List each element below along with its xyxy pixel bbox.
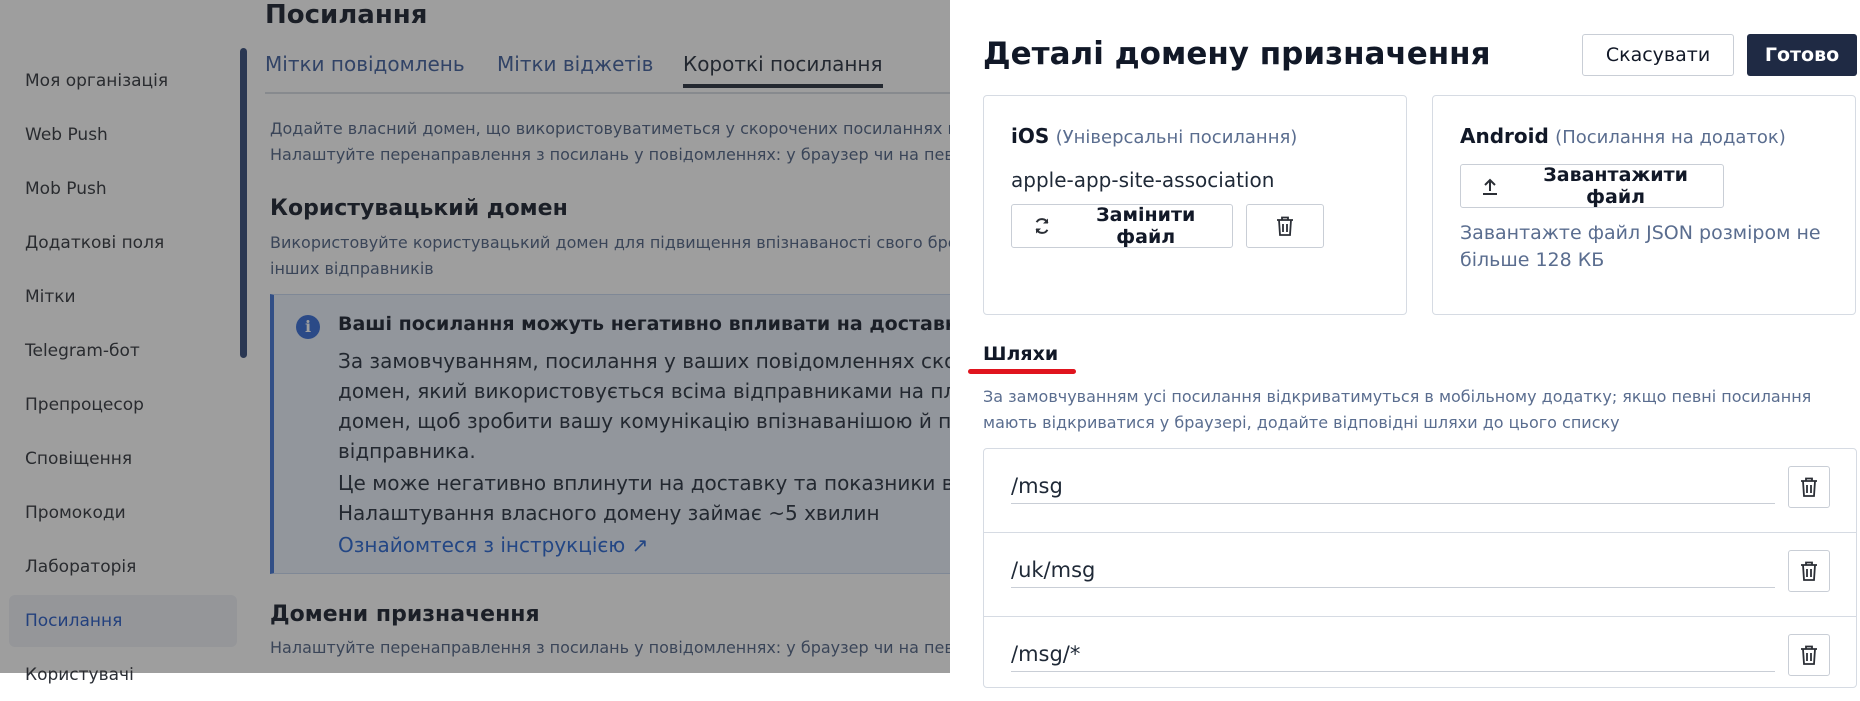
modal-backdrop[interactable] (0, 0, 950, 673)
path-row (984, 617, 1856, 701)
destination-domain-drawer: Деталі домену призначення Скасувати Гото… (950, 0, 1860, 688)
ios-card-header: iOS (Універсальні посилання) (1011, 124, 1297, 148)
path-row (984, 533, 1856, 617)
trash-icon (1799, 476, 1819, 498)
ios-card: iOS (Універсальні посилання) apple-app-s… (983, 95, 1407, 315)
paths-title-underline (968, 369, 1076, 374)
android-card: Android (Посилання на додаток) Завантажи… (1432, 95, 1856, 315)
delete-path-button[interactable] (1788, 634, 1830, 676)
upload-file-label: Завантажити файл (1543, 164, 1688, 208)
drawer-title: Деталі домену призначення (983, 36, 1491, 72)
android-subtitle: (Посилання на додаток) (1555, 127, 1786, 148)
paths-title: Шляхи (983, 343, 1059, 365)
ios-subtitle: (Універсальні посилання) (1055, 127, 1298, 148)
android-card-header: Android (Посилання на додаток) (1460, 124, 1786, 148)
upload-icon (1481, 176, 1502, 196)
ios-platform-label: iOS (1011, 124, 1050, 148)
upload-hint: Завантажте файл JSON розміром не більше … (1460, 222, 1821, 271)
refresh-icon (1032, 216, 1053, 236)
replace-file-button[interactable]: Замінити файл (1011, 204, 1233, 248)
paths-description: За замовчуванням усі посилання відкриват… (983, 387, 1812, 432)
trash-icon (1275, 215, 1295, 237)
path-input[interactable] (1011, 553, 1775, 588)
android-platform-label: Android (1460, 124, 1549, 148)
path-input[interactable] (1011, 637, 1775, 672)
delete-path-button[interactable] (1788, 466, 1830, 508)
done-button[interactable]: Готово (1747, 34, 1857, 76)
delete-path-button[interactable] (1788, 550, 1830, 592)
trash-icon (1799, 644, 1819, 666)
paths-list (983, 448, 1857, 688)
trash-icon (1799, 560, 1819, 582)
delete-ios-file-button[interactable] (1246, 204, 1324, 248)
replace-file-label: Замінити файл (1096, 204, 1196, 248)
cancel-button[interactable]: Скасувати (1582, 34, 1734, 76)
path-input[interactable] (1011, 469, 1775, 504)
upload-file-button[interactable]: Завантажити файл (1460, 164, 1724, 208)
path-row (984, 449, 1856, 533)
ios-file-name: apple-app-site-association (1011, 168, 1275, 192)
